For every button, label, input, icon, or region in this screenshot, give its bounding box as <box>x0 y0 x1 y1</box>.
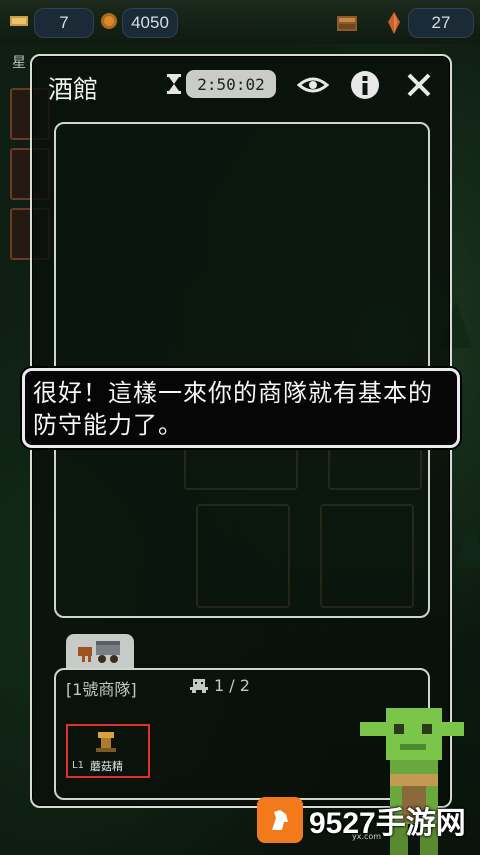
tree-decoration <box>0 640 32 688</box>
hourglass-icon <box>167 74 181 94</box>
member-icon <box>190 678 208 693</box>
tree-decoration <box>455 520 480 568</box>
ghost-card <box>328 442 422 490</box>
gem-count: 7 <box>34 8 94 38</box>
caravan-member[interactable]: L1 蘑菇精 <box>66 724 150 778</box>
gem-icon <box>10 16 28 26</box>
slot-count: 1 / 2 <box>190 676 250 695</box>
trade-goods-icon[interactable] <box>334 10 360 36</box>
sidebar-label: 星 <box>12 55 26 71</box>
crystal-count: 27 <box>408 8 474 38</box>
dialogue-text: 很好！這樣一來你的商隊就有基本的防守能力了。 <box>33 379 433 439</box>
close-icon[interactable] <box>402 70 436 100</box>
refresh-timer: 2:50:02 <box>186 70 276 98</box>
dialogue-box[interactable]: 很好！這樣一來你的商隊就有基本的防守能力了。 <box>22 368 460 448</box>
gold-count: 4050 <box>122 8 178 38</box>
panel-title: 酒館 <box>48 75 99 104</box>
info-icon[interactable] <box>348 70 382 100</box>
caravan-tab[interactable] <box>66 634 134 668</box>
caravan-cart-icon <box>78 641 120 663</box>
resource-bar: 7 4050 27 <box>0 0 480 44</box>
ghost-card <box>184 442 298 490</box>
horse-logo-icon <box>257 797 303 843</box>
member-name: 蘑菇精 <box>90 760 123 773</box>
caravan-title: [1號商隊] <box>66 680 137 699</box>
crystal-icon <box>388 12 400 34</box>
goblin-slot-icon <box>96 732 116 752</box>
ghost-card <box>196 504 290 608</box>
ghost-card <box>320 504 414 608</box>
watermark-sub: yx.com <box>352 832 382 841</box>
slot-count-value: 1 / 2 <box>214 676 250 695</box>
watermark-text: 9527手游网 <box>309 807 466 840</box>
coin-icon <box>101 13 117 29</box>
eye-icon[interactable] <box>296 70 330 100</box>
member-level: L1 <box>72 760 84 771</box>
